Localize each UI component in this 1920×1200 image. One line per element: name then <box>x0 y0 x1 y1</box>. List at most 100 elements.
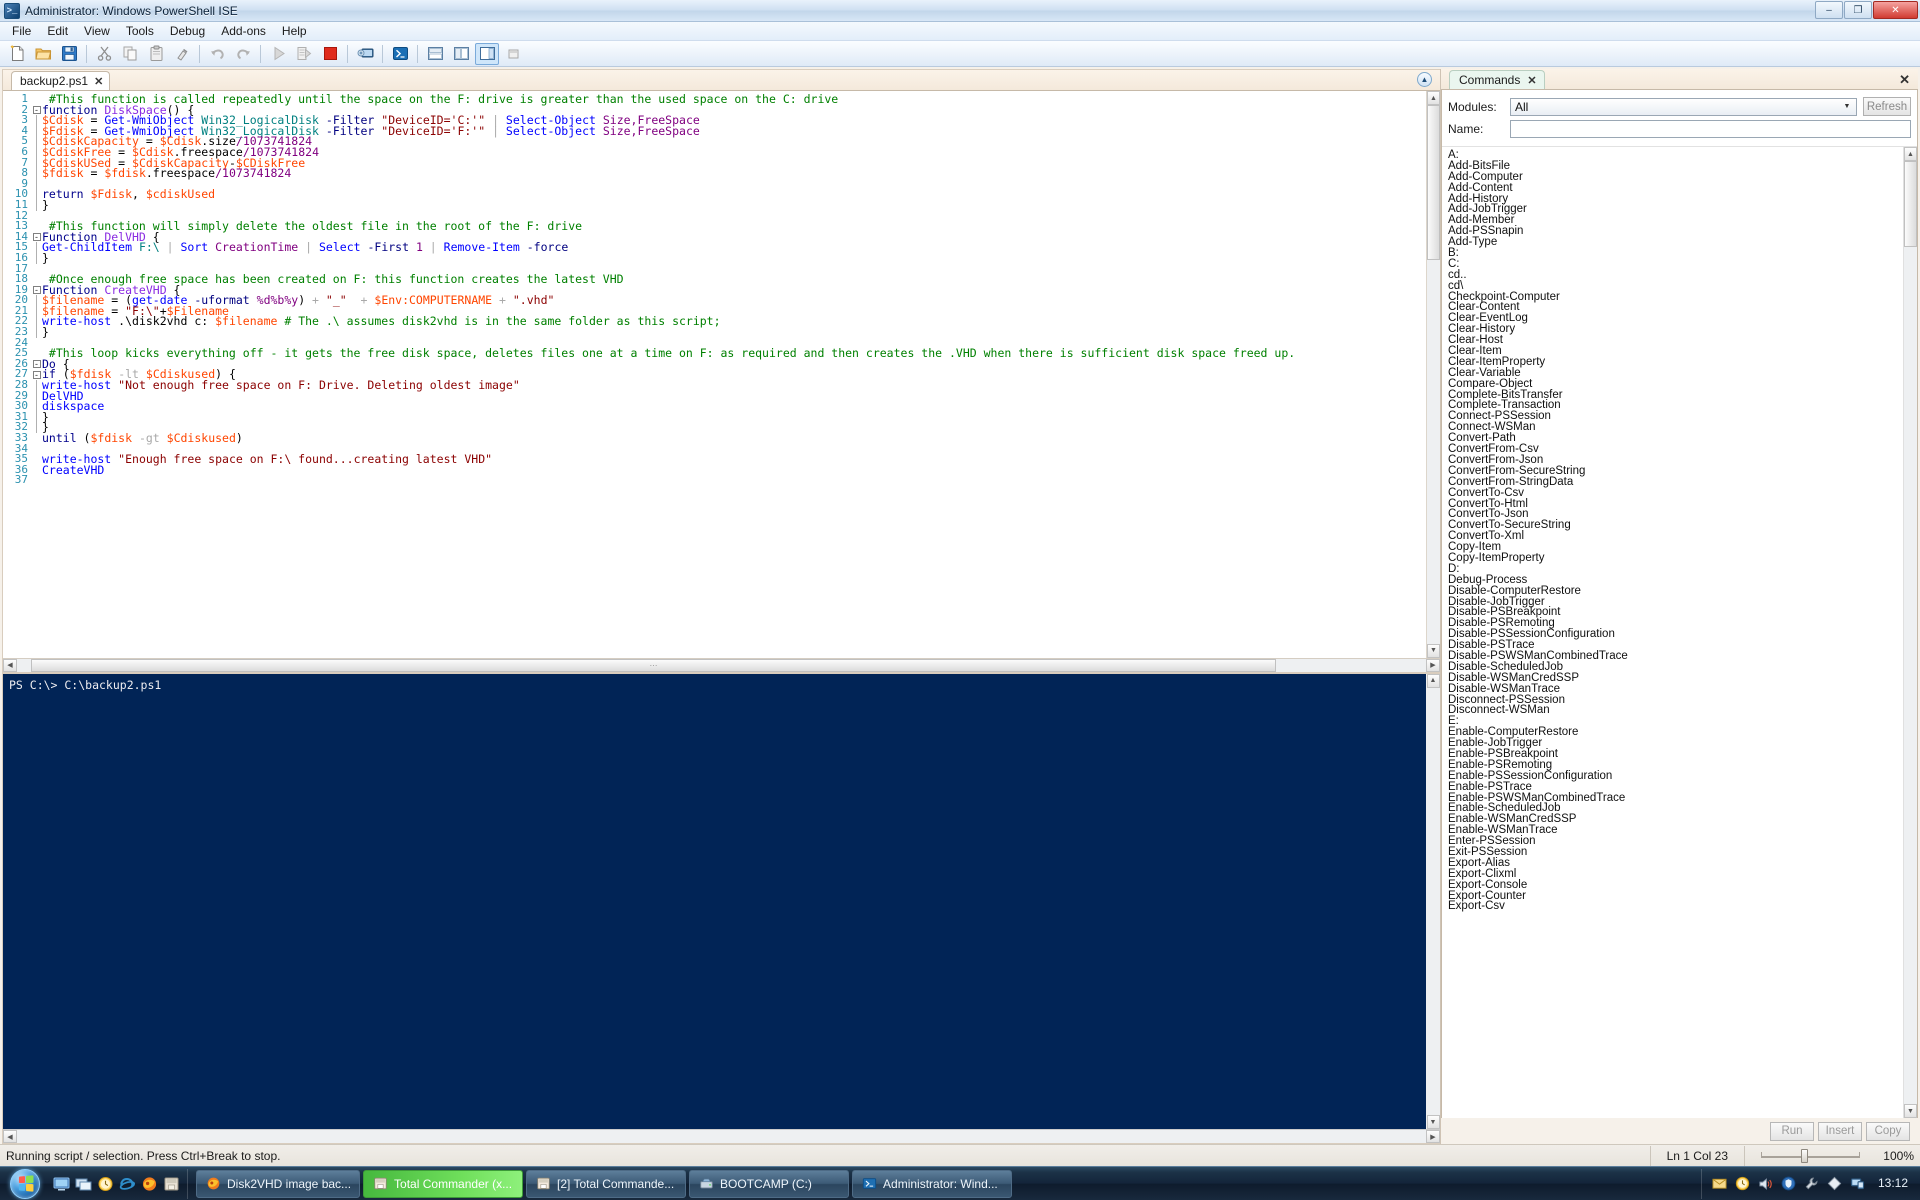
command-list-item[interactable]: Clear-EventLog <box>1448 313 1903 324</box>
scroll-up-arrow-icon[interactable]: ▲ <box>1426 673 1440 688</box>
command-list-item[interactable]: Copy-ItemProperty <box>1448 552 1903 564</box>
scroll-right-arrow-icon[interactable]: ▶ <box>1426 658 1440 672</box>
show-commands-pane-icon[interactable] <box>475 42 499 65</box>
console-horizontal-scrollbar[interactable]: ◀ ▶ <box>3 1129 1440 1143</box>
slider-handle[interactable] <box>1801 1148 1808 1163</box>
shield-security-icon[interactable] <box>1781 1176 1797 1192</box>
command-list-item[interactable]: Disable-WSManCredSSP <box>1448 672 1903 684</box>
paste-clipboard-icon[interactable] <box>144 43 168 65</box>
modules-select[interactable]: All ▼ <box>1510 97 1857 116</box>
fold-collapse-icon[interactable]: - <box>31 105 42 114</box>
fold-collapse-icon[interactable]: - <box>31 233 42 242</box>
copy-icon[interactable] <box>118 43 142 65</box>
task-button-bootcamp[interactable]: BOOTCAMP (C:) <box>689 1169 850 1198</box>
command-list-item[interactable]: ConvertTo-Xml <box>1448 530 1903 542</box>
command-list-item[interactable]: Add-PSSnapin <box>1448 226 1903 237</box>
command-list-item[interactable]: Debug-Process <box>1448 574 1903 586</box>
taskbar-clock[interactable]: 13:12 <box>1874 1177 1918 1190</box>
new-remote-session-icon[interactable] <box>353 43 377 65</box>
switch-windows-icon[interactable] <box>74 1174 93 1193</box>
new-script-icon[interactable] <box>5 43 29 65</box>
script-tab-backup2[interactable]: backup2.ps1 ✕ <box>11 71 111 90</box>
close-icon[interactable]: ✕ <box>1527 74 1536 87</box>
command-list-item[interactable]: Connect-WSMan <box>1448 422 1903 433</box>
tab-commands[interactable]: Commands ✕ <box>1449 70 1545 89</box>
insert-button[interactable]: Insert <box>1818 1121 1862 1141</box>
menu-item-file[interactable]: File <box>4 23 39 39</box>
maximize-button[interactable]: ❐ <box>1844 1 1872 19</box>
script-editor[interactable]: 1 #This function is called repeatedly un… <box>3 91 1426 658</box>
scroll-track[interactable] <box>17 1130 1426 1143</box>
clear-console-icon[interactable] <box>170 43 194 65</box>
command-list-item[interactable]: Disable-WSManTrace <box>1448 683 1903 695</box>
network-monitor-icon[interactable] <box>1850 1176 1866 1192</box>
script-horizontal-scrollbar[interactable]: ◀ ⋯ ▶ <box>3 657 1440 672</box>
task-button-total-commander-2[interactable]: [2] Total Commande... <box>526 1169 687 1198</box>
command-list-item[interactable]: ConvertFrom-StringData <box>1448 476 1903 488</box>
script-vertical-scrollbar[interactable]: ▲ ▼ <box>1426 91 1440 658</box>
mail-envelope-icon[interactable] <box>1712 1176 1728 1192</box>
scroll-left-arrow-icon[interactable]: ◀ <box>3 1130 17 1143</box>
save-icon[interactable] <box>57 43 81 65</box>
run-script-icon[interactable] <box>266 43 290 65</box>
task-button-disk2vhd[interactable]: Disk2VHD image bac... <box>196 1169 361 1198</box>
tools-wrench-icon[interactable] <box>1804 1176 1820 1192</box>
pane-close-icon[interactable]: ✕ <box>1899 72 1910 88</box>
scroll-up-arrow-icon[interactable]: ▲ <box>1427 91 1440 105</box>
command-list-item[interactable]: ConvertTo-Csv <box>1448 487 1903 499</box>
close-button[interactable]: ✕ <box>1873 1 1918 19</box>
command-list-item[interactable]: Exit-PSSession <box>1448 846 1903 858</box>
command-list-item[interactable]: Add-Content <box>1448 182 1903 194</box>
menu-item-view[interactable]: View <box>76 23 118 39</box>
fold-collapse-icon[interactable]: - <box>31 285 42 294</box>
command-list-item[interactable]: Export-Counter <box>1448 890 1903 902</box>
redo-icon[interactable] <box>231 43 255 65</box>
run-selection-icon[interactable] <box>292 43 316 65</box>
undo-icon[interactable] <box>205 43 229 65</box>
open-folder-icon[interactable] <box>31 43 55 65</box>
copy-button[interactable]: Copy <box>1866 1121 1910 1141</box>
command-list-item[interactable]: cd\ <box>1448 280 1903 292</box>
firefox-icon[interactable] <box>140 1174 159 1193</box>
scroll-down-arrow-icon[interactable]: ▼ <box>1904 1104 1917 1118</box>
scroll-thumb[interactable]: ⋯ <box>31 658 1276 672</box>
menu-item-edit[interactable]: Edit <box>39 23 76 39</box>
cut-scissors-icon[interactable] <box>92 43 116 65</box>
task-button-total-commander[interactable]: Total Commander (x... <box>363 1169 524 1198</box>
refresh-button[interactable]: Refresh <box>1863 97 1911 116</box>
commands-list-scrollbar[interactable]: ▲ ▼ <box>1903 147 1917 1118</box>
fold-collapse-icon[interactable]: - <box>31 370 42 379</box>
chevron-down-icon[interactable]: ▼ <box>1839 99 1855 115</box>
command-list-item[interactable]: Add-Computer <box>1448 171 1903 183</box>
start-powershell-icon[interactable] <box>388 43 412 65</box>
run-button[interactable]: Run <box>1770 1121 1814 1141</box>
command-list-item[interactable]: Disconnect-WSMan <box>1448 705 1903 716</box>
menu-item-debug[interactable]: Debug <box>162 23 213 39</box>
show-desktop-icon[interactable] <box>52 1174 71 1193</box>
menu-item-tools[interactable]: Tools <box>118 23 162 39</box>
scroll-down-arrow-icon[interactable]: ▼ <box>1427 643 1440 658</box>
command-list-item[interactable]: Clear-History <box>1448 324 1903 335</box>
command-list-item[interactable]: Add-Type <box>1448 236 1903 248</box>
command-list-item[interactable]: B: <box>1448 247 1903 259</box>
menu-item-help[interactable]: Help <box>274 23 315 39</box>
command-list-item[interactable]: Export-Console <box>1448 879 1903 891</box>
zoom-slider[interactable] <box>1753 1146 1868 1166</box>
show-command-addon-icon[interactable] <box>501 43 525 65</box>
scroll-right-arrow-icon[interactable]: ▶ <box>1426 1130 1440 1143</box>
menu-item-add-ons[interactable]: Add-ons <box>213 23 274 39</box>
start-button[interactable] <box>2 1168 48 1200</box>
scroll-up-arrow-icon[interactable]: ▲ <box>1904 147 1917 161</box>
layout-vertical-icon[interactable] <box>449 43 473 65</box>
minimize-button[interactable]: – <box>1815 1 1843 19</box>
clock-gadget-icon[interactable] <box>96 1174 115 1193</box>
scroll-thumb[interactable] <box>1904 161 1917 247</box>
command-list-item[interactable]: Disable-ComputerRestore <box>1448 585 1903 597</box>
console-vertical-scrollbar[interactable]: ▲ ▼ <box>1426 673 1440 1129</box>
scroll-thumb[interactable] <box>1427 105 1440 260</box>
commands-list[interactable]: A: Add-BitsFile Add-Computer Add-Content Add… <box>1442 147 1903 1118</box>
command-list-item[interactable]: Enable-PSTrace <box>1448 781 1903 793</box>
close-icon[interactable]: ✕ <box>94 75 103 88</box>
scroll-track[interactable]: ⋯ <box>17 658 1426 672</box>
volume-speaker-icon[interactable] <box>1758 1176 1774 1192</box>
